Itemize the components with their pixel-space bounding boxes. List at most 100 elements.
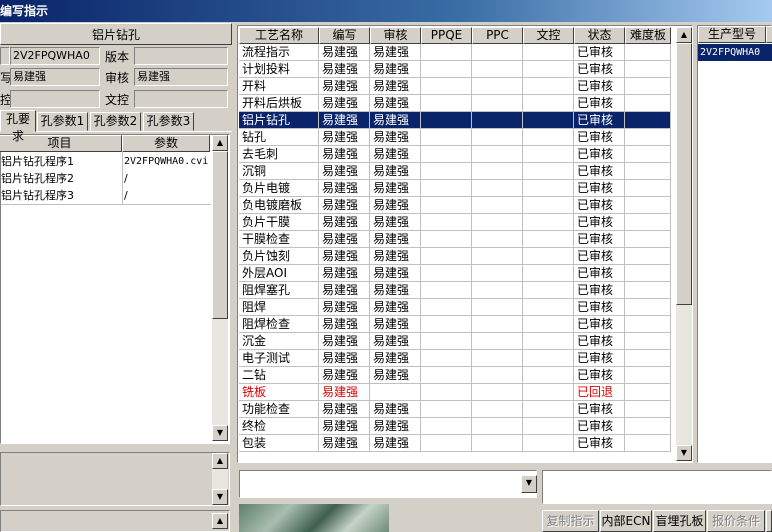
cell-ppqe[interactable] (421, 282, 472, 299)
cell-status[interactable]: 已审核 (574, 214, 625, 231)
table-row[interactable]: 开料后烘板 易建强 易建强 已审核 (239, 95, 671, 112)
code-field[interactable]: 2V2FPQWHA0 (10, 47, 100, 65)
arrow-up-icon[interactable]: ▲ (676, 27, 692, 43)
cell-difficulty[interactable] (625, 265, 671, 282)
cell-ppc[interactable] (472, 129, 523, 146)
cell-ppqe[interactable] (421, 418, 472, 435)
cell-process-name[interactable]: 铣板 (239, 384, 319, 401)
cell-doc-control[interactable] (523, 129, 574, 146)
cell-ppc[interactable] (472, 163, 523, 180)
copy-instructions-button[interactable]: 复制指示 (542, 510, 599, 532)
cell-difficulty[interactable] (625, 197, 671, 214)
cell-writer[interactable]: 易建强 (319, 112, 370, 129)
cell-ppqe[interactable] (421, 112, 472, 129)
table-row[interactable]: 阻焊 易建强 易建强 已审核 (239, 299, 671, 316)
cell-ppqe[interactable] (421, 299, 472, 316)
table-row[interactable]: 阻焊塞孔 易建强 易建强 已审核 (239, 282, 671, 299)
cell-process-name[interactable]: 包装 (239, 435, 319, 452)
cell-writer[interactable]: 易建强 (319, 146, 370, 163)
cell-ppc[interactable] (472, 197, 523, 214)
cell-ppqe[interactable] (421, 248, 472, 265)
cell-process-name[interactable]: 开料后烘板 (239, 95, 319, 112)
cell-process-name[interactable]: 负片电镀 (239, 180, 319, 197)
cell-ppqe[interactable] (421, 146, 472, 163)
col-header-status[interactable]: 状态 (574, 27, 625, 44)
blind-buried-via-button[interactable]: 盲埋孔板 (653, 510, 706, 532)
quote-conditions-button[interactable]: 报价条件 (707, 510, 765, 532)
cell-ppqe[interactable] (421, 163, 472, 180)
table-row[interactable]: 功能检查 易建强 易建强 已审核 (239, 401, 671, 418)
cell-process-name[interactable]: 流程指示 (239, 44, 319, 61)
cell-ppc[interactable] (472, 435, 523, 452)
cell-process-name[interactable]: 开料 (239, 78, 319, 95)
col-header-process[interactable]: 工艺名称 (239, 27, 319, 44)
tab-hole-params-2[interactable]: 孔参数2 (90, 112, 141, 131)
cell-ppc[interactable] (472, 282, 523, 299)
cell-reviewer[interactable]: 易建强 (370, 248, 421, 265)
cell-ppc[interactable] (472, 418, 523, 435)
cell-doc-control[interactable] (523, 316, 574, 333)
cell-ppqe[interactable] (421, 333, 472, 350)
arrow-up-icon[interactable]: ▲ (212, 453, 228, 469)
memo-scrollbar[interactable]: ▲ ▼ (212, 453, 228, 505)
cell-reviewer[interactable]: 易建强 (370, 146, 421, 163)
cell-ppc[interactable] (472, 78, 523, 95)
cell-reviewer[interactable]: 易建强 (370, 265, 421, 282)
cell-writer[interactable]: 易建强 (319, 299, 370, 316)
cell-reviewer[interactable]: 易建强 (370, 435, 421, 452)
tab-hole-requirements[interactable]: 孔要求 (0, 110, 36, 143)
cell-process-name[interactable]: 终检 (239, 418, 319, 435)
cell-status[interactable]: 已审核 (574, 282, 625, 299)
cell-writer[interactable]: 易建强 (319, 214, 370, 231)
table-row[interactable]: 计划投料 易建强 易建强 已审核 (239, 61, 671, 78)
tab-hole-params-1[interactable]: 孔参数1 (37, 112, 88, 131)
cell-doc-control[interactable] (523, 146, 574, 163)
table-row[interactable]: 铝片钻孔程序1 2V2FPQWHA0.cvi (1, 153, 211, 171)
memo-combo[interactable]: ▼ (239, 470, 537, 498)
cell-reviewer[interactable]: 易建强 (370, 44, 421, 61)
cell-status[interactable]: 已审核 (574, 231, 625, 248)
table-row[interactable]: 铝片钻孔 易建强 易建强 已审核 (239, 112, 671, 129)
cell-reviewer[interactable]: 易建强 (370, 180, 421, 197)
cell-process-name[interactable]: 阻焊 (239, 299, 319, 316)
cell-process-name[interactable]: 阻焊检查 (239, 316, 319, 333)
cell-difficulty[interactable] (625, 435, 671, 452)
col-header-extra[interactable] (766, 26, 772, 43)
cell-reviewer[interactable]: 易建强 (370, 78, 421, 95)
cell-process-name[interactable]: 负片干膜 (239, 214, 319, 231)
cell-ppqe[interactable] (421, 435, 472, 452)
cell-ppc[interactable] (472, 333, 523, 350)
tab-hole-params-3[interactable]: 孔参数3 (143, 112, 194, 131)
table-row[interactable]: 铝片钻孔程序2 / (1, 170, 211, 188)
chevron-down-icon[interactable]: ▼ (521, 475, 537, 493)
cell-ppqe[interactable] (421, 95, 472, 112)
cell-reviewer[interactable]: 易建强 (370, 61, 421, 78)
cell-ppc[interactable] (472, 44, 523, 61)
cell-ppc[interactable] (472, 61, 523, 78)
cell-reviewer[interactable]: 易建强 (370, 333, 421, 350)
cell-doc-control[interactable] (523, 231, 574, 248)
cell-status[interactable]: 已审核 (574, 367, 625, 384)
cell-writer[interactable]: 易建强 (319, 44, 370, 61)
arrow-up-icon[interactable]: ▲ (212, 135, 228, 151)
table-row[interactable]: 开料 易建强 易建强 已审核 (239, 78, 671, 95)
cell-writer[interactable]: 易建强 (319, 78, 370, 95)
cell-ppc[interactable] (472, 265, 523, 282)
cell-doc-control[interactable] (523, 299, 574, 316)
cell-status[interactable]: 已审核 (574, 333, 625, 350)
cell-writer[interactable]: 易建强 (319, 180, 370, 197)
col-header-param[interactable]: 参数 (122, 135, 210, 152)
table-row[interactable]: 流程指示 易建强 易建强 已审核 (239, 44, 671, 61)
cell-writer[interactable]: 易建强 (319, 316, 370, 333)
cell-status[interactable]: 已审核 (574, 401, 625, 418)
cell-status[interactable]: 已审核 (574, 418, 625, 435)
cell-reviewer[interactable]: 易建强 (370, 112, 421, 129)
table-row[interactable]: 负电镀磨板 易建强 易建强 已审核 (239, 197, 671, 214)
cell-status[interactable]: 已审核 (574, 299, 625, 316)
cell-ppqe[interactable] (421, 197, 472, 214)
cell-process-name[interactable]: 阻焊塞孔 (239, 282, 319, 299)
cell-status[interactable]: 已审核 (574, 44, 625, 61)
cell-reviewer[interactable]: 易建强 (370, 316, 421, 333)
cell-process-name[interactable]: 沉铜 (239, 163, 319, 180)
cell-status[interactable]: 已审核 (574, 180, 625, 197)
